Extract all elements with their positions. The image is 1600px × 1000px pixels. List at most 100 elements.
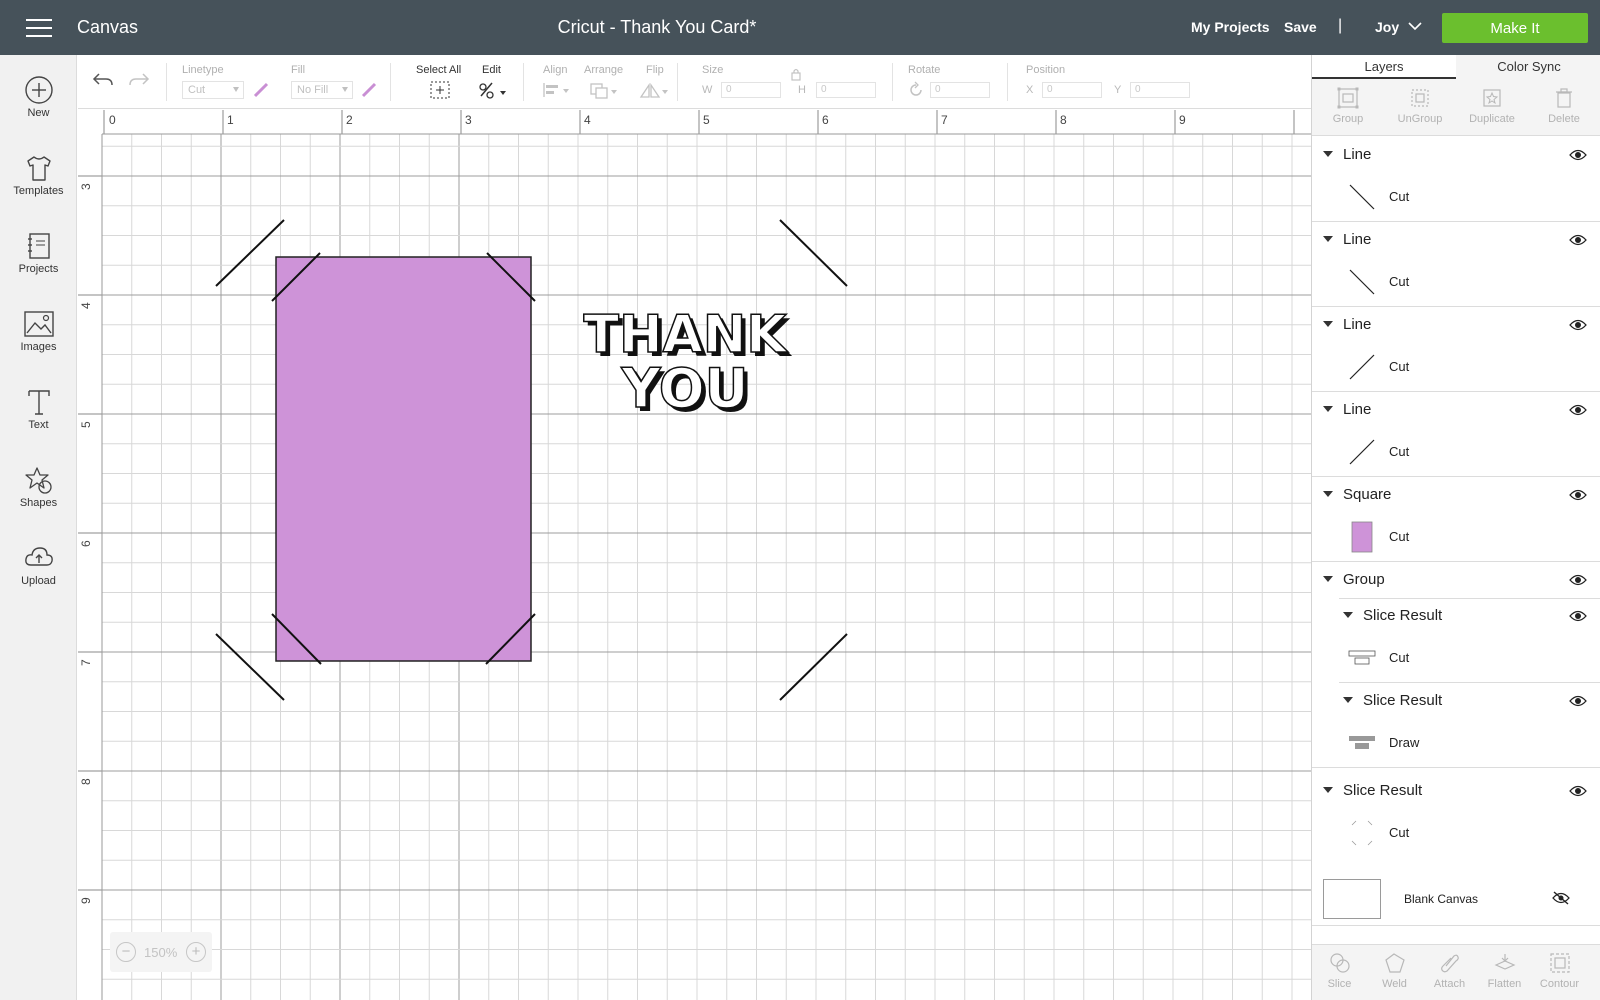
- eye-icon[interactable]: [1569, 573, 1587, 587]
- layer-operation-row[interactable]: Draw: [1312, 719, 1600, 767]
- design-canvas[interactable]: 0 1 2 3 4 5 6 7 8 9 3 4 5 6 7 8 9 THANK …: [78, 110, 1311, 1000]
- layer-operation-row[interactable]: Cut: [1312, 258, 1600, 306]
- width-input[interactable]: 0: [721, 82, 781, 98]
- layer-row[interactable]: Line: [1312, 307, 1600, 343]
- contour-button[interactable]: Contour: [1532, 945, 1587, 1000]
- x-input[interactable]: 0: [1042, 82, 1102, 98]
- card-rectangle[interactable]: [275, 256, 532, 662]
- cut-line[interactable]: [779, 633, 848, 701]
- eye-icon[interactable]: [1569, 694, 1587, 708]
- cut-line[interactable]: [215, 633, 285, 701]
- my-projects-link[interactable]: My Projects: [1191, 19, 1270, 35]
- sidebar-item-projects[interactable]: Projects: [0, 223, 77, 293]
- select-all-icon[interactable]: [429, 80, 451, 100]
- flatten-button[interactable]: Flatten: [1477, 945, 1532, 1000]
- layer-row[interactable]: Slice Result: [1312, 683, 1600, 719]
- tab-color-sync[interactable]: Color Sync: [1457, 55, 1600, 79]
- fill-label: Fill: [291, 64, 306, 76]
- ruler-left-label: 5: [79, 421, 93, 428]
- sidebar-label-images: Images: [20, 341, 57, 353]
- group-button[interactable]: Group: [1312, 79, 1384, 136]
- layer-operation-row[interactable]: Cut: [1312, 634, 1600, 682]
- height-input[interactable]: 0: [816, 82, 876, 98]
- layer-row[interactable]: Slice Result: [1312, 598, 1600, 634]
- eye-icon[interactable]: [1569, 403, 1587, 417]
- eye-icon[interactable]: [1569, 148, 1587, 162]
- eye-icon[interactable]: [1569, 488, 1587, 502]
- fill-color-swatch[interactable]: [360, 81, 378, 99]
- eye-hidden-icon[interactable]: [1552, 890, 1570, 906]
- sidebar-item-upload[interactable]: Upload: [0, 535, 77, 605]
- layer-row[interactable]: Slice Result: [1312, 773, 1600, 809]
- layer-row[interactable]: Square: [1312, 477, 1600, 513]
- sidebar-item-text[interactable]: Text: [0, 379, 77, 449]
- align-icon[interactable]: [541, 81, 573, 99]
- blank-canvas-swatch[interactable]: [1323, 879, 1381, 919]
- linetype-color-swatch[interactable]: [252, 81, 270, 99]
- layer-row[interactable]: Line: [1312, 222, 1600, 258]
- collapse-triangle-icon[interactable]: [1323, 321, 1333, 327]
- sidebar-item-templates[interactable]: Templates: [0, 145, 77, 215]
- you-text: YOU: [621, 357, 749, 420]
- eye-icon[interactable]: [1569, 233, 1587, 247]
- layer-row[interactable]: Line: [1312, 392, 1600, 428]
- arrange-icon[interactable]: [588, 81, 620, 101]
- delete-button[interactable]: Delete: [1528, 79, 1600, 136]
- layer-operation-row[interactable]: Cut: [1312, 173, 1600, 221]
- eye-icon[interactable]: [1569, 609, 1587, 623]
- cut-line[interactable]: [215, 219, 285, 287]
- cut-line[interactable]: [779, 219, 848, 287]
- y-input[interactable]: 0: [1130, 82, 1190, 98]
- plus-circle-icon: [24, 76, 53, 104]
- collapse-triangle-icon[interactable]: [1323, 576, 1333, 582]
- layer-operation-row[interactable]: Cut: [1312, 809, 1600, 857]
- user-menu[interactable]: Joy: [1375, 19, 1399, 35]
- rotate-input[interactable]: 0: [930, 82, 990, 98]
- lock-icon[interactable]: [790, 67, 802, 81]
- attach-button[interactable]: Attach: [1422, 945, 1477, 1000]
- menu-icon[interactable]: [26, 18, 52, 38]
- collapse-triangle-icon[interactable]: [1323, 151, 1333, 157]
- chevron-down-icon[interactable]: [1408, 19, 1422, 33]
- make-it-button[interactable]: Make It: [1442, 13, 1588, 43]
- collapse-triangle-icon[interactable]: [1343, 612, 1353, 618]
- weld-button[interactable]: Weld: [1367, 945, 1422, 1000]
- weld-icon: [1384, 953, 1405, 973]
- save-button[interactable]: Save: [1284, 19, 1317, 35]
- collapse-triangle-icon[interactable]: [1323, 236, 1333, 242]
- blank-canvas-row[interactable]: Blank Canvas: [1312, 871, 1600, 925]
- thank-you-text[interactable]: THANK THANK YOU YOU: [583, 304, 793, 424]
- layer-name: Square: [1343, 486, 1392, 503]
- undo-icon[interactable]: [92, 71, 114, 89]
- square-thumbnail: [1351, 521, 1373, 553]
- collapse-triangle-icon[interactable]: [1323, 406, 1333, 412]
- layer-operation: Draw: [1389, 735, 1420, 750]
- collapse-triangle-icon[interactable]: [1323, 787, 1333, 793]
- group-row[interactable]: Group: [1312, 562, 1600, 598]
- collapse-triangle-icon[interactable]: [1323, 491, 1333, 497]
- eye-icon[interactable]: [1569, 784, 1587, 798]
- duplicate-button[interactable]: Duplicate: [1456, 79, 1528, 136]
- flip-icon[interactable]: [639, 81, 671, 101]
- sidebar-item-shapes[interactable]: Shapes: [0, 457, 77, 527]
- fill-select[interactable]: No Fill: [291, 81, 353, 99]
- flip-label: Flip: [646, 64, 664, 76]
- collapse-triangle-icon[interactable]: [1343, 697, 1353, 703]
- ungroup-button[interactable]: UnGroup: [1384, 79, 1456, 136]
- redo-icon[interactable]: [128, 71, 150, 89]
- layer-row[interactable]: Line: [1312, 137, 1600, 173]
- slice-button[interactable]: Slice: [1312, 945, 1367, 1000]
- linetype-label: Linetype: [182, 64, 224, 76]
- zoom-in-button[interactable]: +: [186, 942, 206, 962]
- layer-operation-row[interactable]: Cut: [1312, 428, 1600, 476]
- edit-tools-icon[interactable]: [478, 80, 510, 100]
- layer-operation-row[interactable]: Cut: [1312, 343, 1600, 391]
- tab-layers[interactable]: Layers: [1312, 55, 1456, 79]
- toolbar-divider: [892, 63, 893, 101]
- eye-icon[interactable]: [1569, 318, 1587, 332]
- sidebar-item-images[interactable]: Images: [0, 301, 77, 371]
- layer-operation-row[interactable]: Cut: [1312, 513, 1600, 561]
- linetype-select[interactable]: Cut: [182, 81, 244, 99]
- sidebar-item-new[interactable]: New: [0, 67, 77, 137]
- zoom-out-button[interactable]: −: [116, 942, 136, 962]
